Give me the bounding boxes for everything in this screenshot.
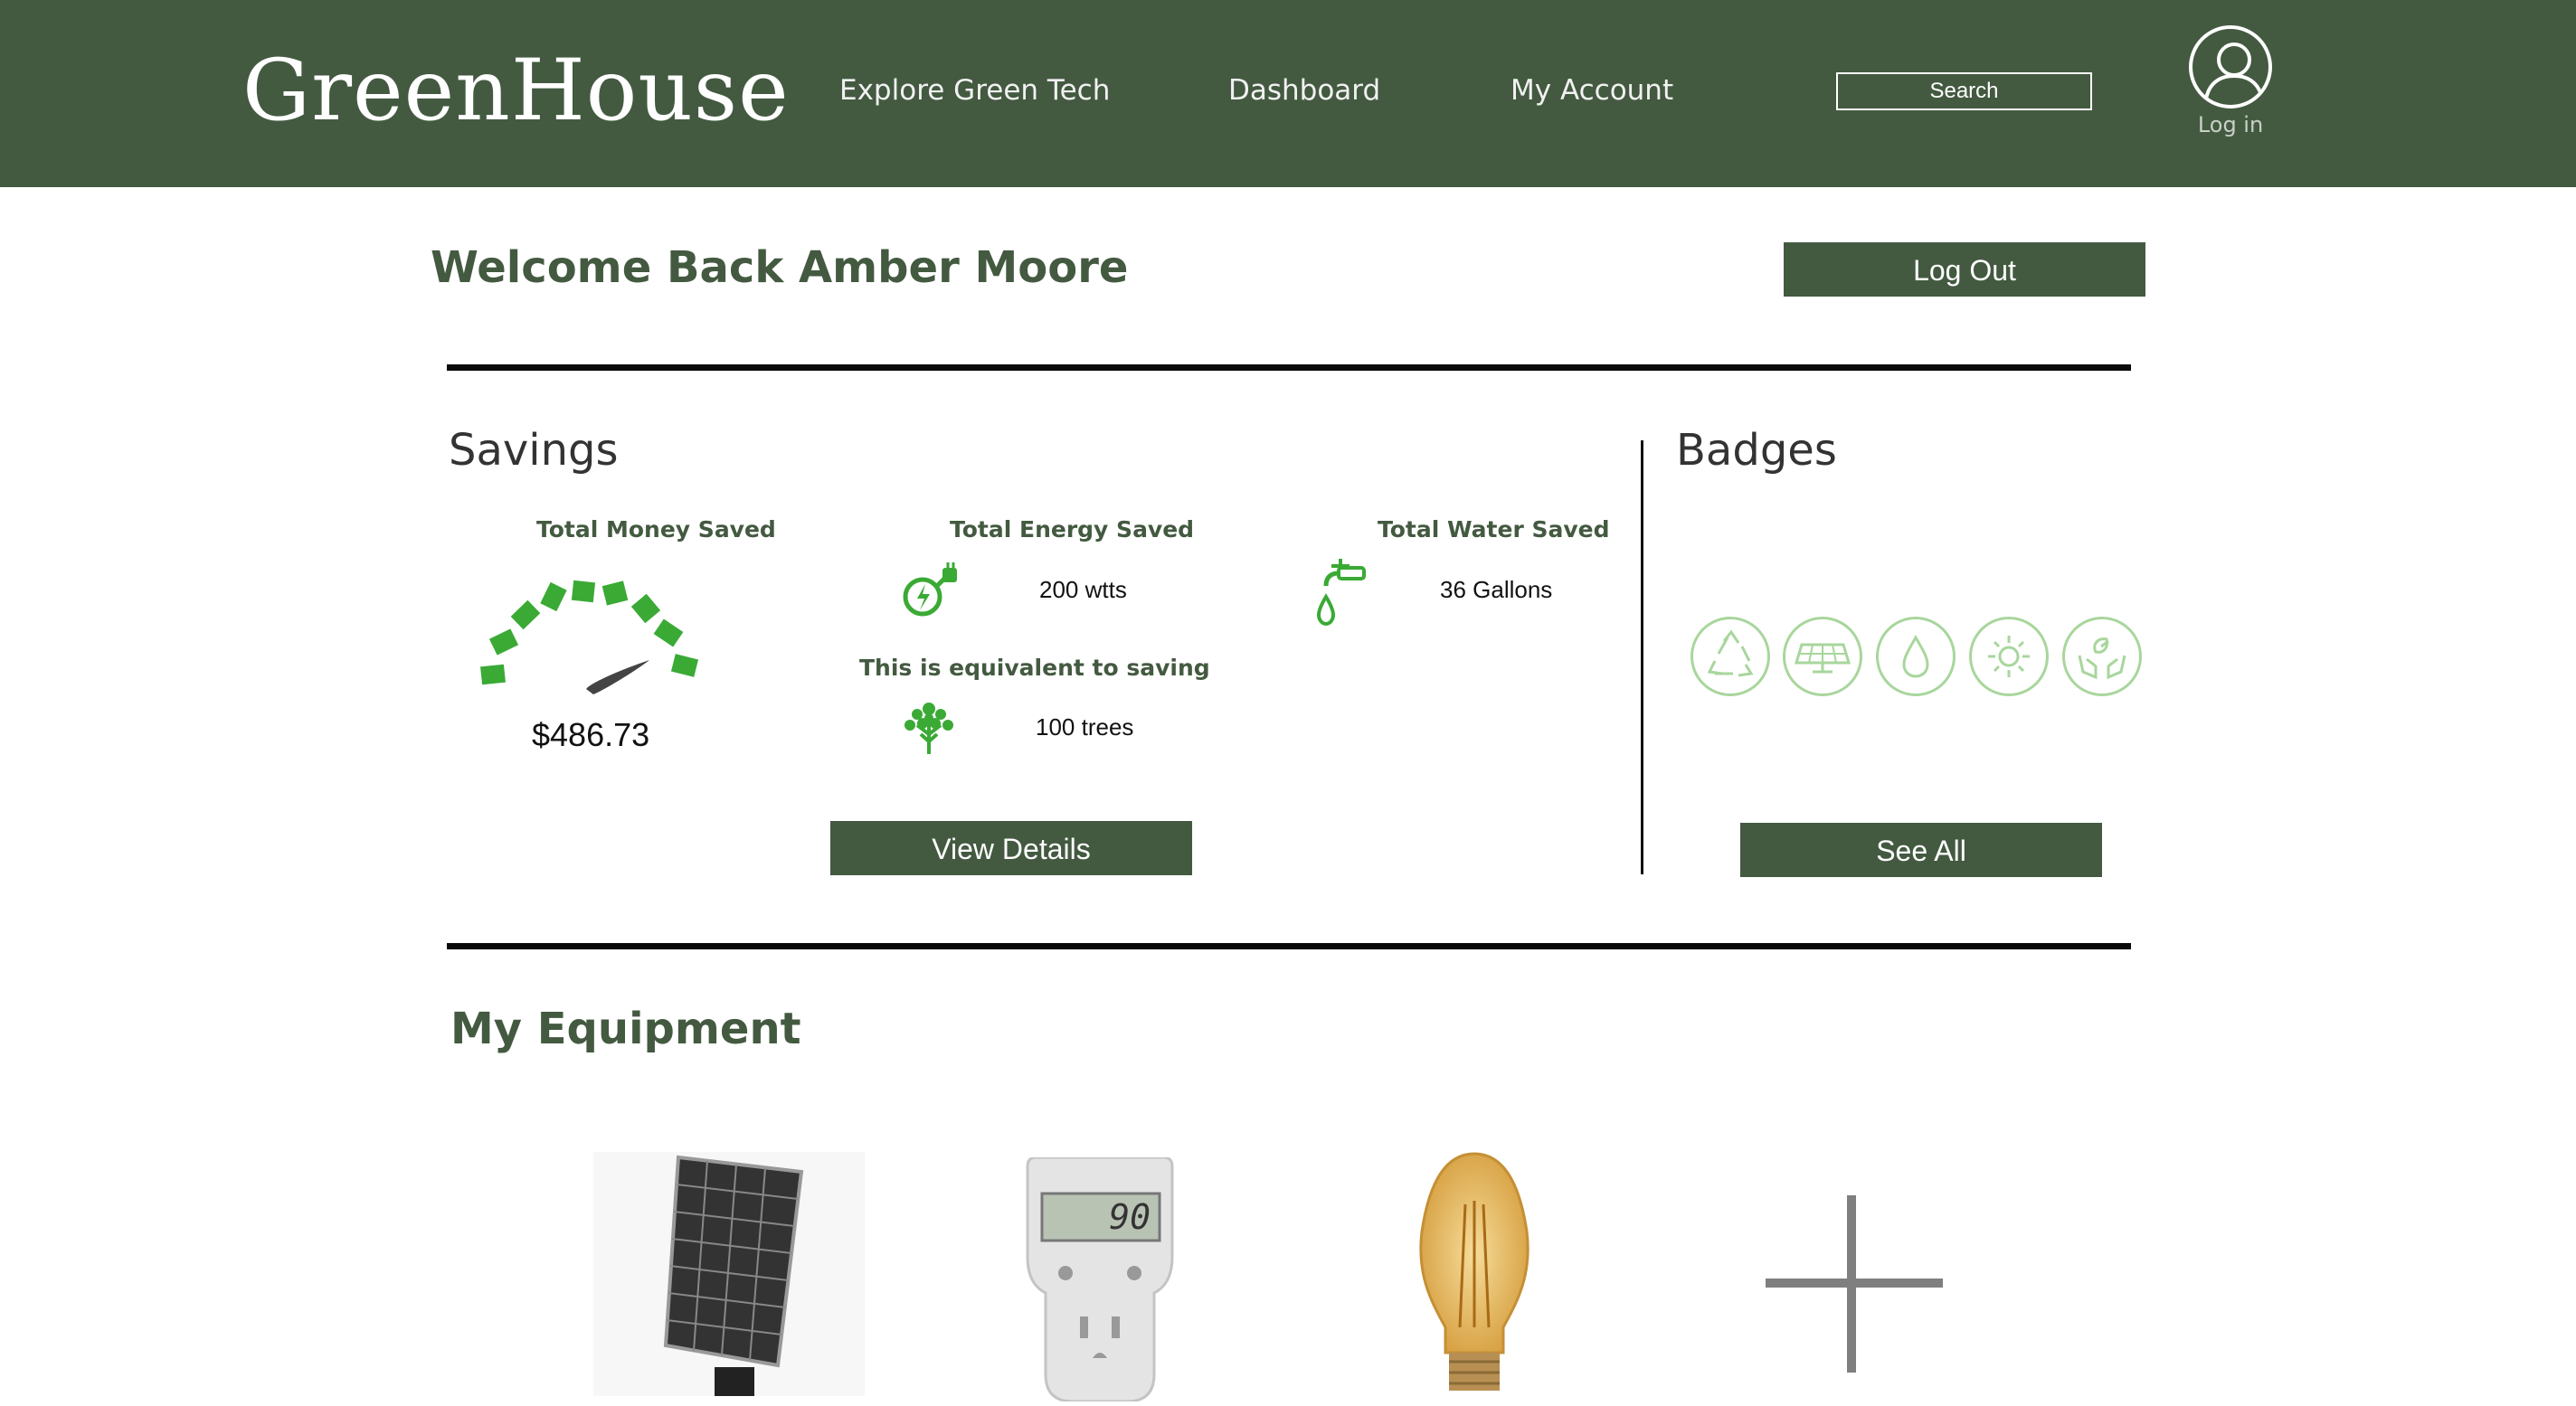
logout-button[interactable]: Log Out [1784, 242, 2145, 297]
power-meter-display: 90 [1109, 1197, 1151, 1237]
solar-panel-icon [1794, 643, 1852, 674]
badge-hands-leaf[interactable] [2062, 617, 2142, 696]
energy-saved-label: Total Energy Saved [950, 516, 1195, 543]
equipment-power-meter[interactable]: 90 [1018, 1156, 1181, 1403]
water-saved-label: Total Water Saved [1378, 516, 1610, 543]
tree-icon [904, 703, 953, 754]
welcome-heading: Welcome Back Amber Moore [431, 242, 1129, 293]
energy-saved-value: 200 wtts [1039, 576, 1127, 603]
equipment-solar-panel[interactable] [593, 1152, 865, 1396]
savings-heading: Savings [449, 425, 619, 476]
money-saved-label: Total Money Saved [536, 516, 776, 543]
money-gauge-icon [480, 580, 699, 694]
add-equipment-icon [1766, 1195, 1943, 1373]
see-all-badges-button[interactable]: See All [1740, 823, 2102, 877]
energy-plug-icon [903, 562, 957, 617]
nav-explore-green-tech[interactable]: Explore Green Tech [839, 74, 1110, 107]
search-button[interactable]: Search [1836, 72, 2092, 110]
savings-badges-divider [1641, 440, 1643, 874]
section-divider-top [447, 364, 2131, 371]
sun-icon [1988, 636, 2030, 677]
add-equipment-button[interactable] [1762, 1194, 1943, 1374]
nav-my-account[interactable]: My Account [1511, 74, 1673, 107]
equipment-light-bulb[interactable] [1402, 1150, 1547, 1401]
top-nav-bar: GreenHouse Explore Green Tech Dashboard … [0, 0, 2576, 187]
solar-panel-image [663, 1155, 804, 1396]
badge-water[interactable] [1876, 617, 1956, 696]
badge-solar[interactable] [1783, 617, 1862, 696]
water-drop-icon [1902, 634, 1929, 678]
section-divider-bottom [447, 943, 2131, 949]
equipment-heading: My Equipment [450, 1004, 801, 1054]
light-bulb-image [1419, 1152, 1530, 1391]
money-saved-value: $486.73 [532, 716, 650, 753]
hands-leaf-icon [2078, 637, 2126, 680]
equivalent-value: 100 trees [1036, 713, 1134, 741]
recycle-icon [1707, 629, 1754, 677]
power-meter-image [1026, 1156, 1174, 1403]
nav-dashboard[interactable]: Dashboard [1228, 74, 1380, 107]
user-avatar-icon[interactable] [2189, 25, 2272, 109]
badge-recycle[interactable] [1690, 617, 1770, 696]
login-label[interactable]: Log in [2182, 112, 2279, 137]
equivalent-label: This is equivalent to saving [859, 655, 1210, 681]
brand-logo[interactable]: GreenHouse [242, 42, 790, 140]
login-control[interactable]: Log in [2182, 25, 2279, 137]
water-faucet-icon [1316, 559, 1366, 626]
view-details-button[interactable]: View Details [830, 821, 1192, 875]
badge-sun[interactable] [1969, 617, 2049, 696]
badges-heading: Badges [1676, 425, 1837, 476]
water-saved-value: 36 Gallons [1440, 576, 1553, 603]
